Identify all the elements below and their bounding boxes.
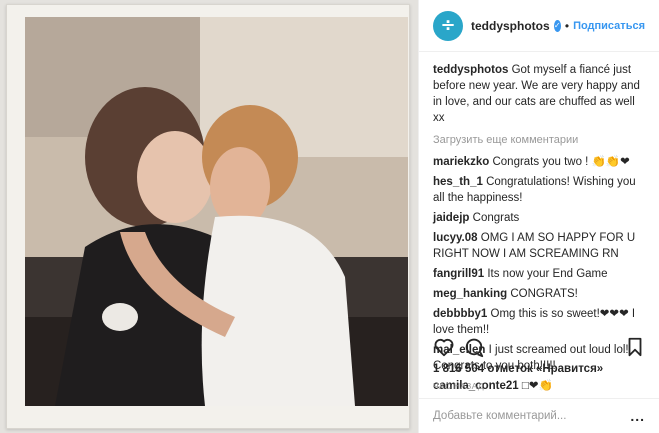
add-comment-bar: ...: [419, 398, 659, 433]
comment-username[interactable]: fangrill91: [433, 268, 484, 280]
comment-username[interactable]: jaidejp: [433, 212, 469, 224]
follow-button[interactable]: Подписаться: [573, 20, 645, 32]
post-header: ÷ teddysphotos ✓ • Подписаться: [419, 0, 659, 52]
avatar[interactable]: ÷: [433, 10, 463, 41]
comment-username[interactable]: meg_hanking: [433, 288, 507, 300]
list-item: jaidejp Congrats: [433, 210, 645, 226]
comment-username[interactable]: debbbby1: [433, 308, 487, 320]
comment-icon[interactable]: [463, 336, 485, 358]
comment-text: CONGRATS!: [510, 288, 578, 300]
comment-text: Congrats: [472, 212, 520, 224]
list-item: hes_th_1 Congratulations! Wishing you al…: [433, 174, 645, 206]
post-sidebar: ÷ teddysphotos ✓ • Подписаться teddyspho…: [418, 0, 659, 433]
post-timestamp[interactable]: ЧАС НАЗАД: [433, 381, 484, 391]
load-more-comments-link[interactable]: Загрузить еще комментарии: [433, 132, 645, 148]
comment-username[interactable]: mariekzko: [433, 156, 489, 168]
header-username[interactable]: teddysphotos: [471, 19, 550, 33]
photo-illustration: [25, 17, 408, 406]
bookmark-icon[interactable]: [625, 336, 645, 358]
post-image-pane: [0, 0, 418, 433]
divide-sign-icon: ÷: [440, 14, 456, 36]
likes-count[interactable]: 1 816 504 отметок «Нравится»: [433, 363, 603, 375]
caption: teddysphotos Got myself a fiancé just be…: [433, 62, 645, 126]
list-item: meg_hanking CONGRATS!: [433, 286, 645, 302]
caption-username[interactable]: teddysphotos: [433, 64, 508, 76]
comment-text: Its now your End Game: [487, 268, 608, 280]
comment-text: □❤👏: [521, 380, 553, 392]
comment-input[interactable]: [433, 410, 631, 422]
list-item: fangrill91 Its now your End Game: [433, 266, 645, 282]
list-item: mariekzko Congrats you two ! 👏👏❤: [433, 154, 645, 170]
more-options-icon[interactable]: ...: [630, 408, 645, 424]
heart-icon[interactable]: [433, 336, 455, 358]
comment-username[interactable]: hes_th_1: [433, 176, 483, 188]
comment-username[interactable]: lucyy.08: [433, 232, 478, 244]
verified-check-icon: ✓: [553, 19, 561, 32]
post-photo[interactable]: [25, 17, 408, 406]
comment-text: Congrats you two ! 👏👏❤: [492, 156, 630, 168]
list-item: lucyy.08 OMG I AM SO HAPPY FOR U RIGHT N…: [433, 230, 645, 262]
header-separator: •: [564, 18, 570, 33]
action-bar: [433, 336, 645, 360]
list-item: debbbby1 Omg this is so sweet!❤❤❤ I love…: [433, 306, 645, 338]
polaroid-frame: [6, 4, 410, 429]
